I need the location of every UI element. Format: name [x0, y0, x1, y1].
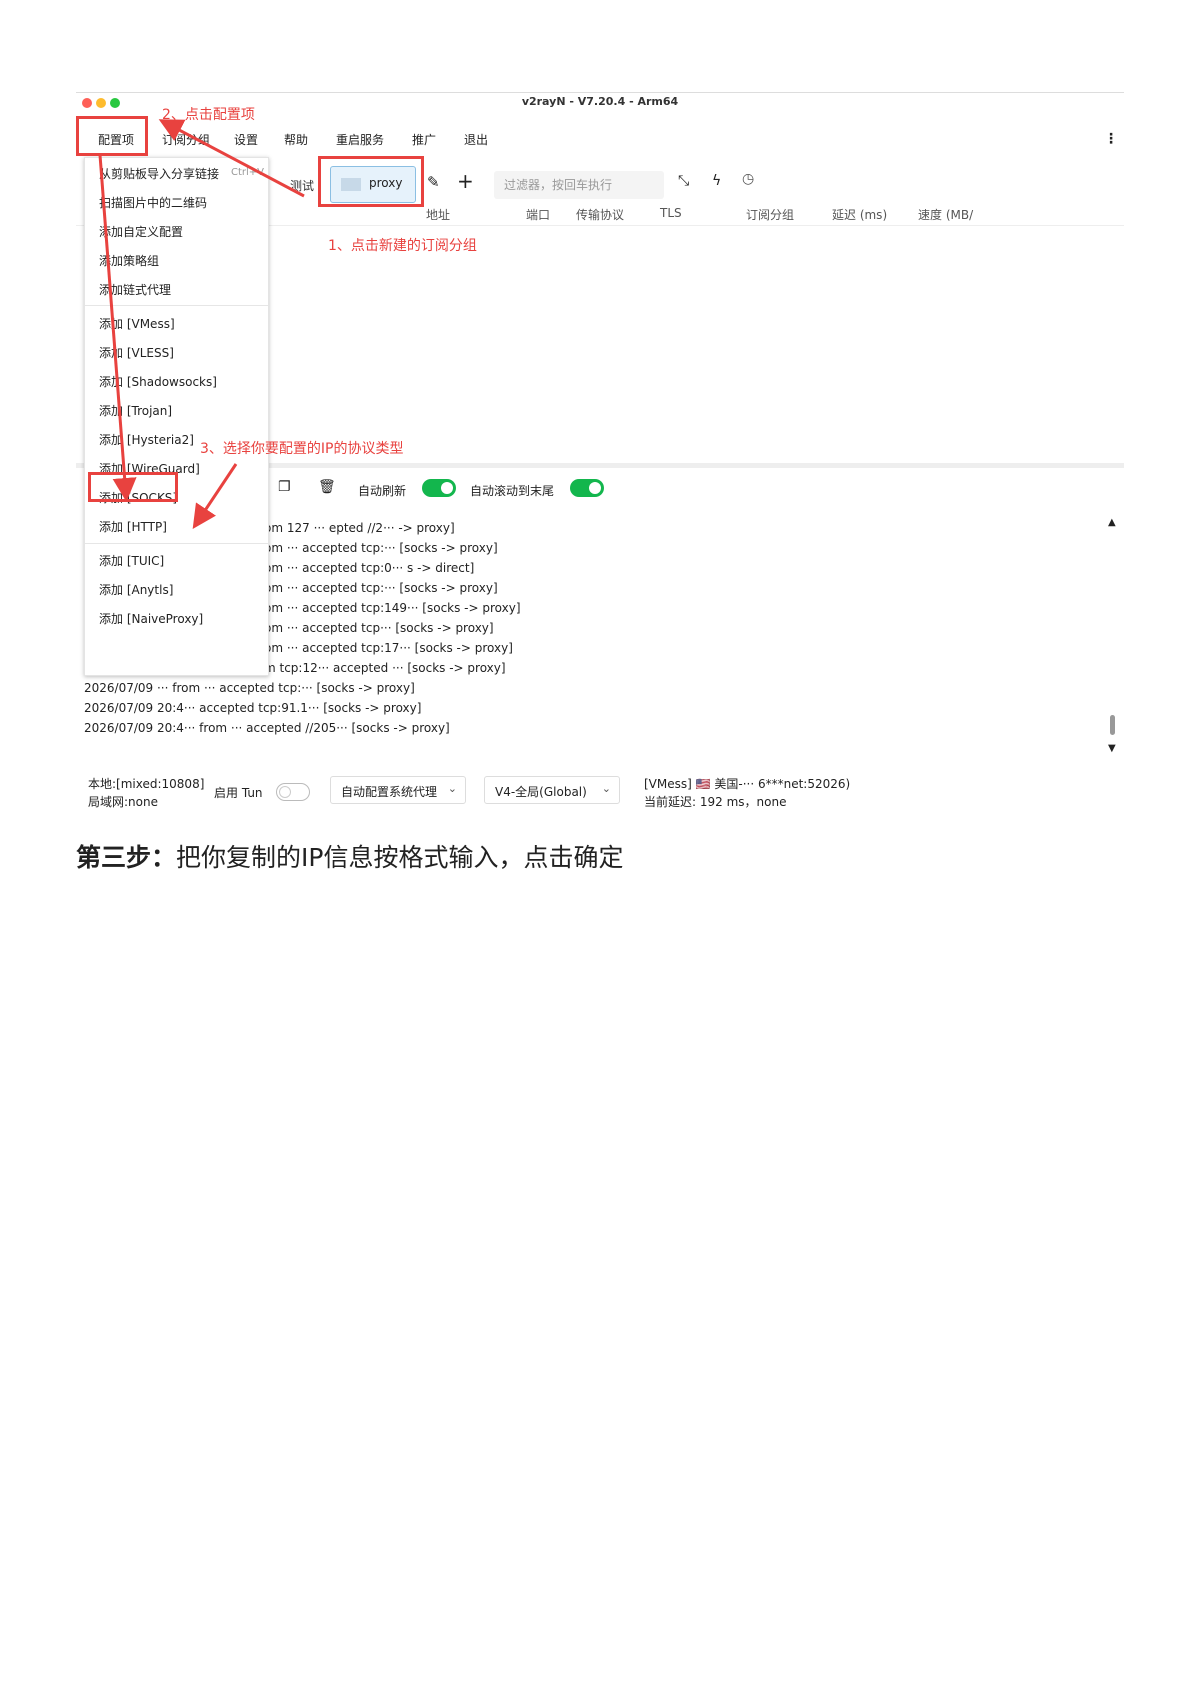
arrow-step3-to-socks [192, 463, 238, 529]
step-caption: 第三步：把你复制的IP信息按格式输入，点击确定 [76, 838, 623, 874]
arrow-to-config-menu [158, 119, 305, 198]
step-caption-text: 把你复制的IP信息按格式输入，点击确定 [176, 843, 624, 872]
arrow-to-socks [98, 154, 137, 502]
step-caption-bold: 第三步： [76, 843, 177, 872]
